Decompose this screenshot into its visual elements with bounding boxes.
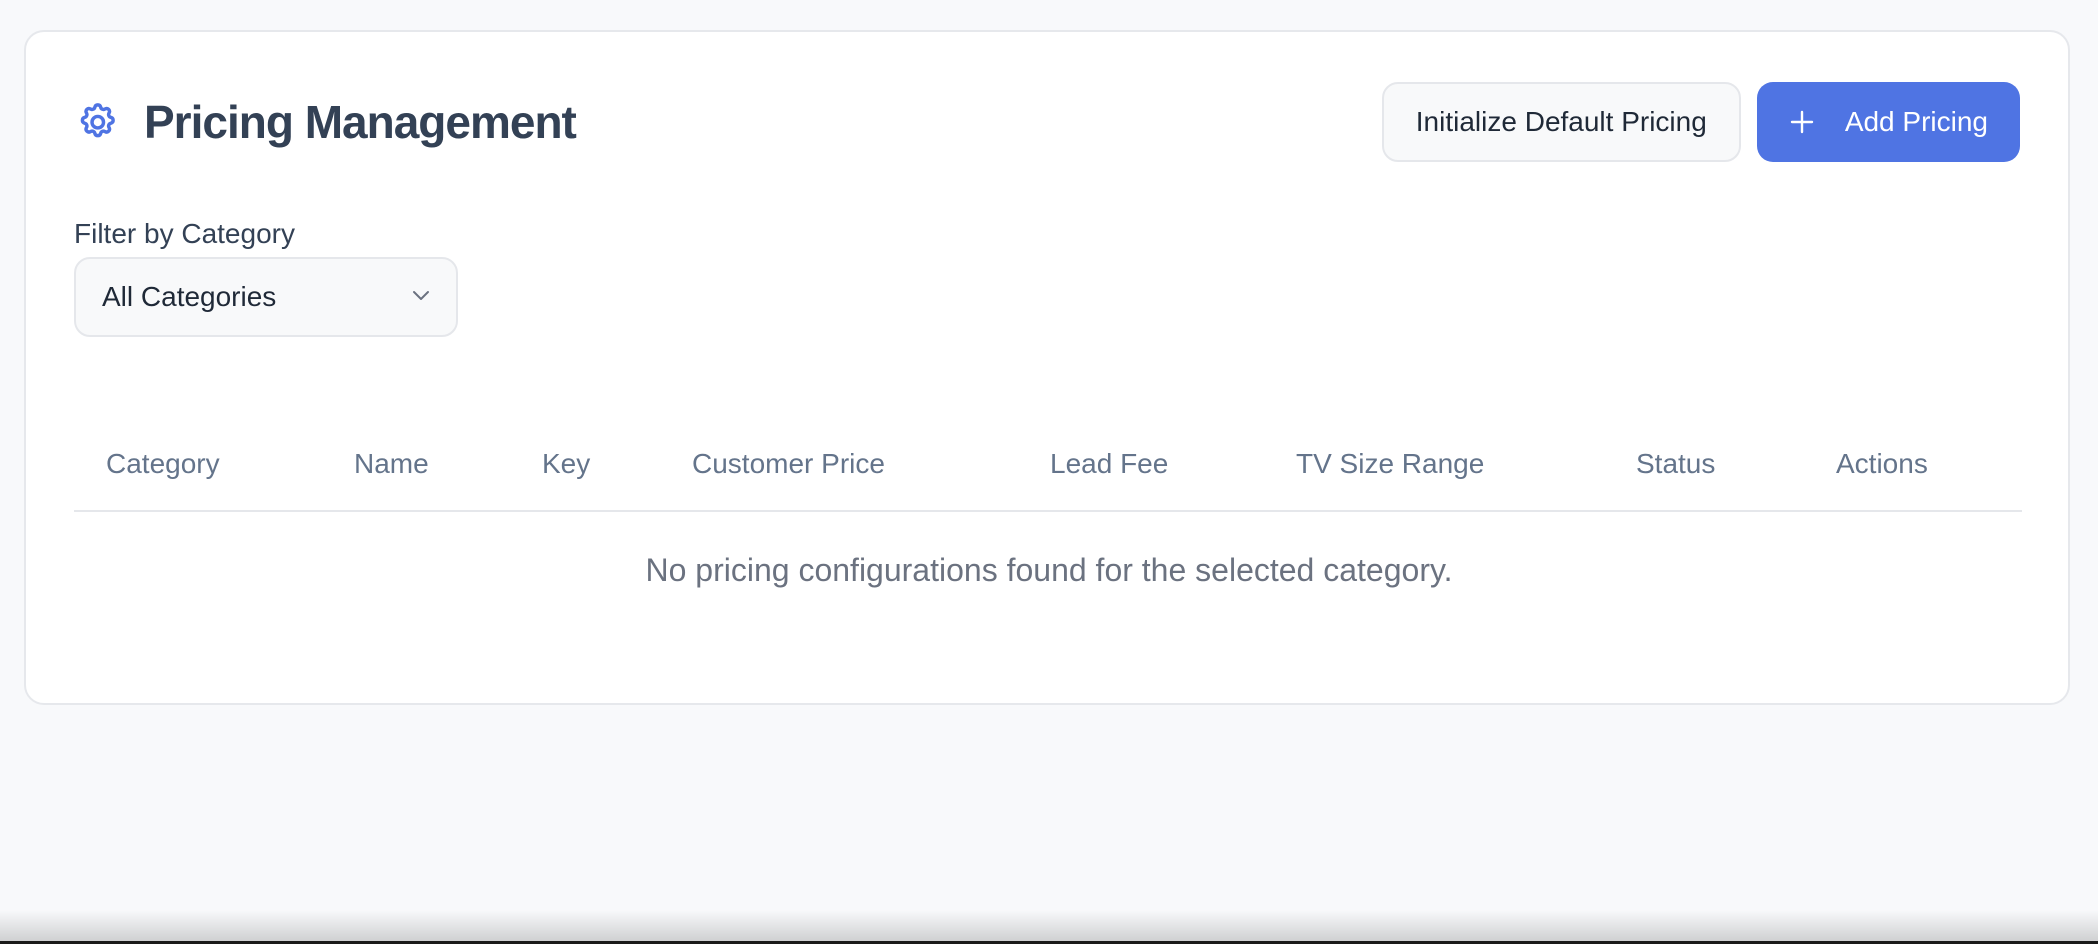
card-header: Pricing Management Initialize Default Pr… [74, 82, 2020, 162]
column-header-lead-fee: Lead Fee [1050, 448, 1169, 479]
pricing-card: Pricing Management Initialize Default Pr… [24, 30, 2070, 705]
column-header-key: Key [542, 448, 591, 479]
gear-icon [74, 99, 120, 145]
column-header-actions: Actions [1836, 448, 1928, 479]
empty-state-message: No pricing configurations found for the … [645, 552, 1453, 588]
add-pricing-button[interactable]: Add Pricing [1756, 82, 2020, 162]
category-select-value: All Categories [102, 281, 277, 312]
column-header-customer-price: Customer Price [692, 448, 885, 479]
table-header: Category Name Key Customer Price Lead Fe… [74, 412, 2022, 512]
column-header-name: Name [354, 448, 429, 479]
add-pricing-label: Add Pricing [1844, 106, 1988, 137]
column-header-tv-size-range: TV Size Range [1296, 448, 1485, 479]
chevron-down-icon [410, 281, 432, 313]
filter-label: Filter by Category [74, 218, 295, 249]
plus-icon [1789, 109, 1815, 135]
initialize-default-pricing-button[interactable]: Initialize Default Pricing [1381, 82, 1741, 162]
title-group: Pricing Management [74, 95, 577, 149]
column-header-status: Status [1636, 448, 1716, 479]
page-title: Pricing Management [144, 96, 577, 148]
window-bottom-shadow [0, 910, 2098, 944]
category-select[interactable]: All Categories [74, 257, 458, 337]
header-actions: Initialize Default Pricing Add Pricing [1381, 82, 2020, 162]
column-header-category: Category [106, 448, 220, 479]
